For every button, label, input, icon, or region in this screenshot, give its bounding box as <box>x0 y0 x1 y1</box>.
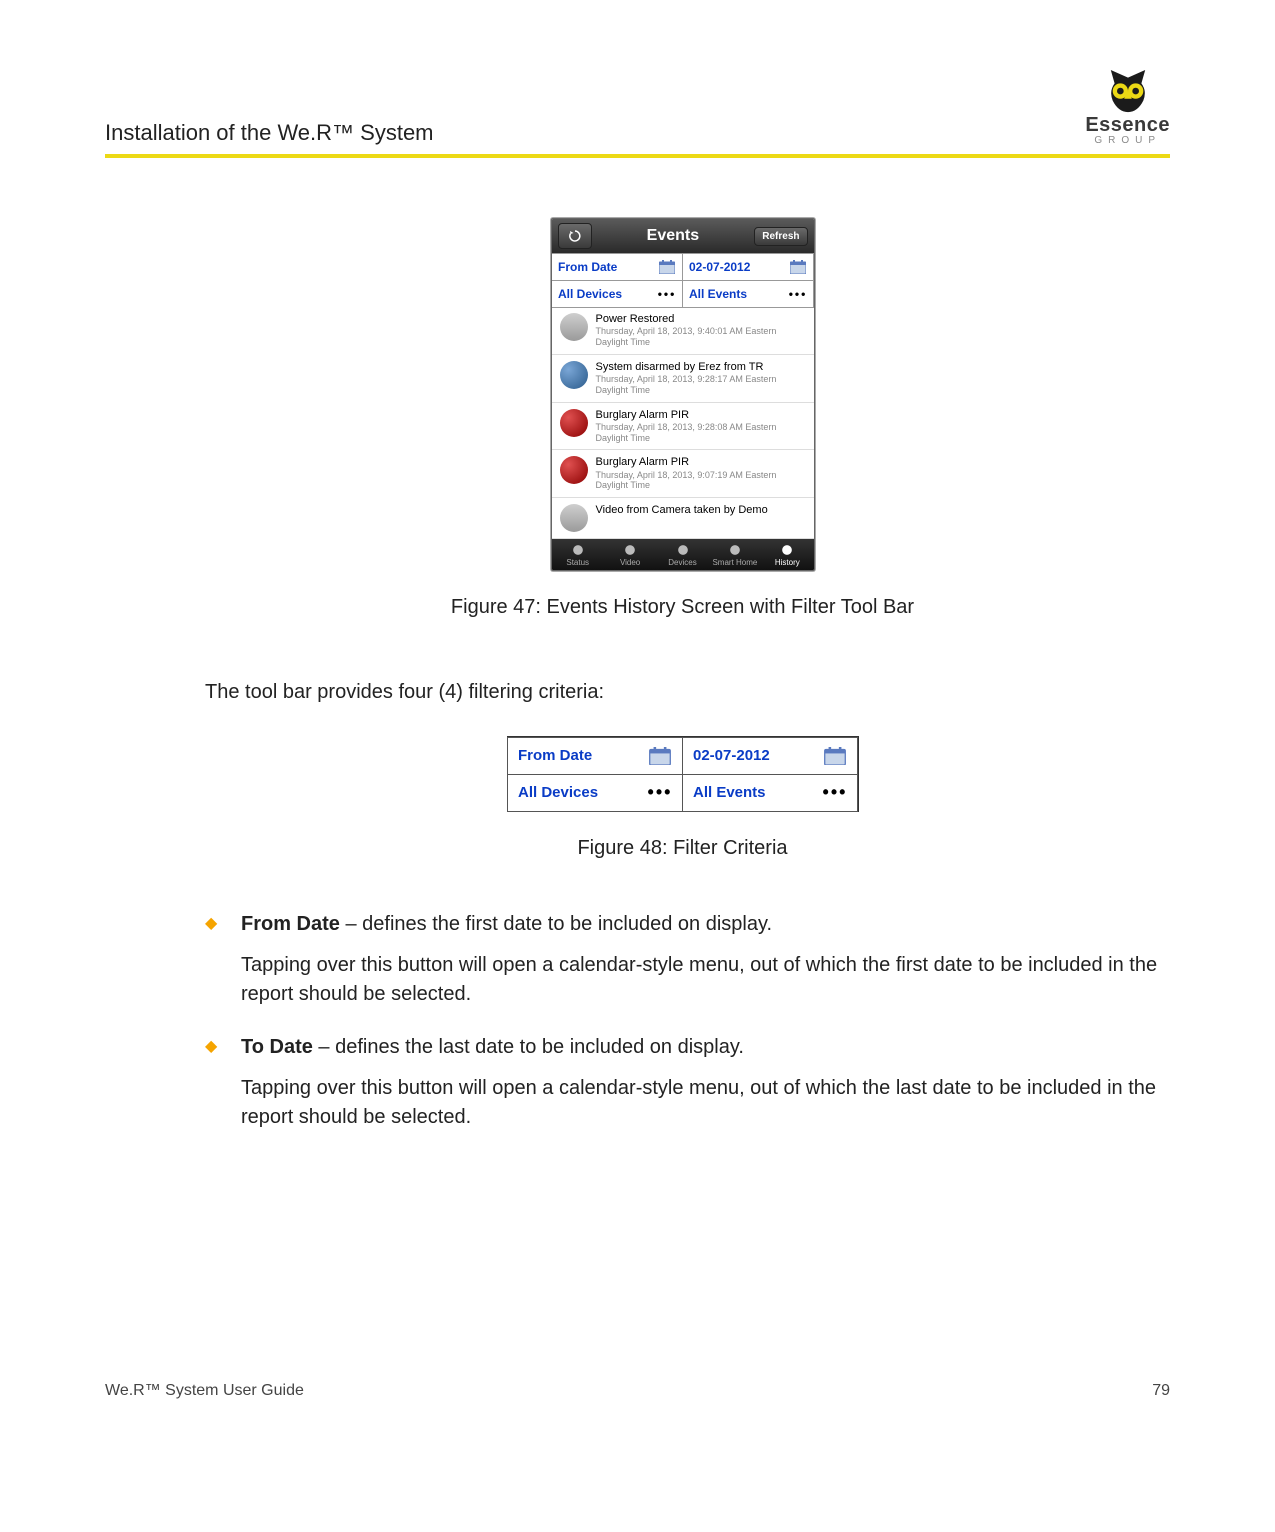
header: Installation of the We.R™ System Essence… <box>105 70 1170 146</box>
event-texts: Burglary Alarm PIRThursday, April 18, 20… <box>596 456 806 491</box>
footer-left: We.R™ System User Guide <box>105 1382 304 1400</box>
event-texts: Burglary Alarm PIRThursday, April 18, 20… <box>596 409 806 444</box>
tab-icon <box>778 543 796 557</box>
bullet-term: To Date <box>241 1036 313 1058</box>
tab-video[interactable]: Video <box>604 539 656 570</box>
section-title: Installation of the We.R™ System <box>105 120 434 146</box>
filter-from-date[interactable]: From Date <box>507 737 683 775</box>
event-title: Power Restored <box>596 313 806 326</box>
filter-label: All Devices <box>558 287 622 301</box>
phone-screenshot: Events Refresh From Date 02-07-2012 <box>551 218 815 571</box>
more-icon: ••• <box>823 783 847 803</box>
filter-label: 02-07-2012 <box>693 747 770 764</box>
event-texts: System disarmed by Erez from TRThursday,… <box>596 361 806 396</box>
owl-icon <box>1099 70 1157 114</box>
filter-label: All Events <box>693 784 766 801</box>
filter-from-date[interactable]: From Date <box>551 253 683 281</box>
tab-label: Status <box>566 558 589 567</box>
filter-label: All Events <box>689 287 747 301</box>
tab-icon <box>726 543 744 557</box>
filter-devices[interactable]: All Devices ••• <box>551 280 683 308</box>
event-row[interactable]: Power RestoredThursday, April 18, 2013, … <box>552 307 814 355</box>
bullet-rest: – defines the last date to be included o… <box>313 1036 744 1058</box>
calendar-icon <box>789 259 807 275</box>
filter-label: From Date <box>518 747 592 764</box>
header-divider <box>105 154 1170 158</box>
event-icon <box>560 504 588 532</box>
bullet-list: From Date – defines the first date to be… <box>205 910 1160 1132</box>
refresh-button[interactable]: Refresh <box>754 227 807 246</box>
tab-bar: Status Video Devices Smart Home History <box>552 539 814 570</box>
calendar-icon <box>658 259 676 275</box>
event-title: System disarmed by Erez from TR <box>596 361 806 374</box>
logo: Essence GROUP <box>1085 70 1170 146</box>
event-title: Burglary Alarm PIR <box>596 456 806 469</box>
figure-events-screen: Events Refresh From Date 02-07-2012 <box>205 218 1160 619</box>
event-icon <box>560 409 588 437</box>
figure-filter-criteria: From Date 02-07-2012 All Devices ••• <box>205 736 1160 860</box>
tab-label: Devices <box>668 558 696 567</box>
filter-to-date[interactable]: 02-07-2012 <box>682 737 858 775</box>
logo-text: Essence <box>1085 114 1170 137</box>
filter-bar: From Date 02-07-2012 All Devices ••• <box>552 253 814 307</box>
filter-label: All Devices <box>518 784 598 801</box>
event-texts: Power RestoredThursday, April 18, 2013, … <box>596 313 806 348</box>
tab-label: Video <box>620 558 640 567</box>
tab-label: Smart Home <box>712 558 757 567</box>
more-icon: ••• <box>658 286 676 302</box>
event-subtitle: Thursday, April 18, 2013, 9:40:01 AM Eas… <box>596 326 806 348</box>
back-icon[interactable] <box>558 223 592 249</box>
event-subtitle: Thursday, April 18, 2013, 9:07:19 AM Eas… <box>596 470 806 492</box>
event-row[interactable]: Video from Camera taken by Demo <box>552 498 814 539</box>
filter-label: From Date <box>558 260 617 274</box>
event-list: Power RestoredThursday, April 18, 2013, … <box>552 307 814 539</box>
tab-icon <box>674 543 692 557</box>
bullet-para: Tapping over this button will open a cal… <box>241 951 1160 1009</box>
more-icon: ••• <box>789 286 807 302</box>
filter-events[interactable]: All Events ••• <box>682 774 858 812</box>
phone-title: Events <box>647 227 699 245</box>
event-icon <box>560 361 588 389</box>
bullet-rest: – defines the first date to be included … <box>340 913 772 935</box>
more-icon: ••• <box>648 783 672 803</box>
bullet-para: Tapping over this button will open a cal… <box>241 1074 1160 1132</box>
filter-events[interactable]: All Events ••• <box>682 280 814 308</box>
event-subtitle: Thursday, April 18, 2013, 9:28:08 AM Eas… <box>596 422 806 444</box>
phone-titlebar: Events Refresh <box>552 219 814 253</box>
event-row[interactable]: Burglary Alarm PIRThursday, April 18, 20… <box>552 403 814 451</box>
bullet-item: To Date – defines the last date to be in… <box>205 1033 1160 1132</box>
logo-subtext: GROUP <box>1094 135 1161 146</box>
figure-caption: Figure 48: Filter Criteria <box>577 837 787 860</box>
tab-icon <box>569 543 587 557</box>
calendar-icon <box>648 746 672 766</box>
event-row[interactable]: System disarmed by Erez from TRThursday,… <box>552 355 814 403</box>
page: Installation of the We.R™ System Essence… <box>0 0 1275 1460</box>
event-icon <box>560 456 588 484</box>
tab-label: History <box>775 558 800 567</box>
tab-icon <box>621 543 639 557</box>
event-texts: Video from Camera taken by Demo <box>596 504 806 517</box>
filter-label: 02-07-2012 <box>689 260 750 274</box>
calendar-icon <box>823 746 847 766</box>
filter-to-date[interactable]: 02-07-2012 <box>682 253 814 281</box>
filter-strip: From Date 02-07-2012 All Devices ••• <box>507 736 859 812</box>
event-row[interactable]: Burglary Alarm PIRThursday, April 18, 20… <box>552 450 814 498</box>
event-subtitle: Thursday, April 18, 2013, 9:28:17 AM Eas… <box>596 374 806 396</box>
footer-page-number: 79 <box>1152 1382 1170 1400</box>
event-title: Video from Camera taken by Demo <box>596 504 806 517</box>
figure-caption: Figure 47: Events History Screen with Fi… <box>451 596 914 619</box>
content: Events Refresh From Date 02-07-2012 <box>105 218 1170 1132</box>
bullet-term: From Date <box>241 913 340 935</box>
filter-devices[interactable]: All Devices ••• <box>507 774 683 812</box>
event-title: Burglary Alarm PIR <box>596 409 806 422</box>
event-icon <box>560 313 588 341</box>
bullet-item: From Date – defines the first date to be… <box>205 910 1160 1009</box>
tab-history[interactable]: History <box>761 539 813 570</box>
footer: We.R™ System User Guide 79 <box>105 1382 1170 1400</box>
tab-smart-home[interactable]: Smart Home <box>709 539 761 570</box>
intro-paragraph: The tool bar provides four (4) filtering… <box>205 679 1160 706</box>
tab-devices[interactable]: Devices <box>656 539 708 570</box>
tab-status[interactable]: Status <box>552 539 604 570</box>
